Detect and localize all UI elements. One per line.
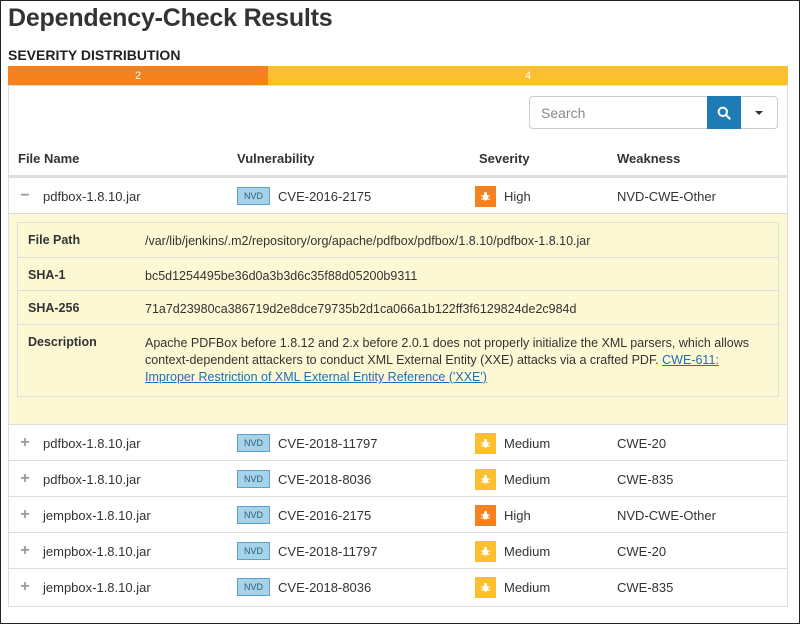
severity-segment-medium-count: 4: [524, 69, 532, 82]
weakness: NVD-CWE-Other: [617, 188, 716, 204]
severity-segment-medium[interactable]: 4: [268, 66, 788, 85]
source-badge: NVD: [237, 578, 271, 596]
source-badge: NVD: [237, 187, 271, 205]
column-header-vulnerability[interactable]: Vulnerability: [237, 151, 315, 166]
cve-id: CVE-2018-8036: [278, 471, 372, 487]
bug-icon: [475, 185, 496, 207]
bug-icon: [475, 504, 496, 526]
description-label: Description: [28, 335, 97, 349]
table-row[interactable]: + jempbox-1.8.10.jar NVD CVE-2018-8036 M…: [9, 568, 787, 604]
search-input[interactable]: [529, 96, 707, 129]
search-button[interactable]: [707, 96, 741, 129]
cve-id: CVE-2018-11797: [278, 543, 378, 559]
cve-id: CVE-2016-2175: [278, 188, 372, 204]
weakness: NVD-CWE-Other: [617, 507, 716, 523]
description-value: Apache PDFBox before 1.8.12 and 2.x befo…: [145, 325, 778, 396]
bug-icon: [475, 468, 496, 490]
sha1-label: SHA-1: [28, 268, 66, 282]
table-row[interactable]: + jempbox-1.8.10.jar NVD CVE-2018-11797 …: [9, 532, 787, 568]
column-header-severity[interactable]: Severity: [479, 151, 530, 166]
page-title: Dependency-Check Results: [8, 4, 333, 32]
plus-icon[interactable]: +: [18, 542, 32, 560]
severity-segment-high-count: 2: [134, 69, 142, 82]
source-badge: NVD: [237, 434, 271, 452]
sha256-value: 71a7d23980ca386719d2e8dce79735b2d1ca066a…: [145, 302, 577, 316]
caret-down-icon: [755, 110, 763, 115]
source-badge: NVD: [237, 470, 271, 488]
file-name: pdfbox-1.8.10.jar: [43, 471, 141, 487]
severity-label: High: [504, 188, 531, 204]
table-row[interactable]: − pdfbox-1.8.10.jar NVD CVE-2016-2175 Hi…: [9, 177, 787, 213]
file-name: jempbox-1.8.10.jar: [43, 507, 151, 523]
bug-icon: [475, 432, 496, 454]
severity-label: Medium: [504, 471, 551, 487]
weakness: CWE-835: [617, 579, 674, 595]
bug-icon: [475, 576, 496, 598]
details-row-sha1: SHA-1 bc5d1254495be36d0a3b3d6c35f88d0520…: [18, 258, 778, 291]
vulnerability-details: File Path /var/lib/jenkins/.m2/repositor…: [9, 213, 787, 424]
file-path-label: File Path: [28, 233, 81, 247]
cve-id: CVE-2018-8036: [278, 579, 372, 595]
cve-id: CVE-2018-11797: [278, 435, 378, 451]
weakness: CWE-20: [617, 435, 667, 451]
table-row[interactable]: + pdfbox-1.8.10.jar NVD CVE-2018-8036 Me…: [9, 460, 787, 496]
severity-label: Medium: [504, 543, 551, 559]
sha1-value: bc5d1254495be36d0a3b3d6c35f88d05200b9311: [145, 269, 418, 283]
severity-segment-high[interactable]: 2: [8, 66, 268, 85]
severity-distribution-bar: 2 4: [8, 66, 788, 85]
cve-id: CVE-2016-2175: [278, 507, 372, 523]
details-table: File Path /var/lib/jenkins/.m2/repositor…: [17, 222, 779, 397]
file-name: pdfbox-1.8.10.jar: [43, 435, 141, 451]
description-text: Apache PDFBox before 1.8.12 and 2.x befo…: [145, 336, 750, 367]
sha256-label: SHA-256: [28, 301, 80, 315]
collapse-icon[interactable]: −: [18, 187, 32, 205]
details-row-file-path: File Path /var/lib/jenkins/.m2/repositor…: [18, 223, 778, 258]
source-badge: NVD: [237, 506, 271, 524]
plus-icon[interactable]: +: [18, 470, 32, 488]
table-row[interactable]: + pdfbox-1.8.10.jar NVD CVE-2018-11797 M…: [9, 424, 787, 460]
plus-icon[interactable]: +: [18, 434, 32, 452]
plus-icon[interactable]: +: [18, 578, 32, 596]
results-panel: File Name Vulnerability Severity Weaknes…: [8, 85, 788, 607]
search-icon: [717, 106, 731, 120]
details-row-description: Description Apache PDFBox before 1.8.12 …: [18, 325, 778, 396]
column-header-file-name[interactable]: File Name: [18, 151, 79, 166]
file-path-value: /var/lib/jenkins/.m2/repository/org/apac…: [145, 234, 591, 248]
file-name: jempbox-1.8.10.jar: [43, 579, 151, 595]
bug-icon: [475, 540, 496, 562]
table-toolbar: [9, 86, 787, 138]
weakness: CWE-20: [617, 543, 667, 559]
table-header: File Name Vulnerability Severity Weaknes…: [9, 139, 787, 177]
file-name: pdfbox-1.8.10.jar: [43, 188, 141, 204]
plus-icon[interactable]: +: [18, 506, 32, 524]
severity-distribution-title: SEVERITY DISTRIBUTION: [8, 47, 181, 63]
column-header-weakness[interactable]: Weakness: [617, 151, 680, 166]
weakness: CWE-835: [617, 471, 674, 487]
details-row-sha256: SHA-256 71a7d23980ca386719d2e8dce79735b2…: [18, 291, 778, 325]
severity-label: Medium: [504, 435, 551, 451]
source-badge: NVD: [237, 542, 271, 560]
severity-label: High: [504, 507, 531, 523]
search-options-dropdown[interactable]: [741, 96, 778, 129]
severity-label: Medium: [504, 579, 551, 595]
file-name: jempbox-1.8.10.jar: [43, 543, 151, 559]
table-row[interactable]: + jempbox-1.8.10.jar NVD CVE-2016-2175 H…: [9, 496, 787, 532]
